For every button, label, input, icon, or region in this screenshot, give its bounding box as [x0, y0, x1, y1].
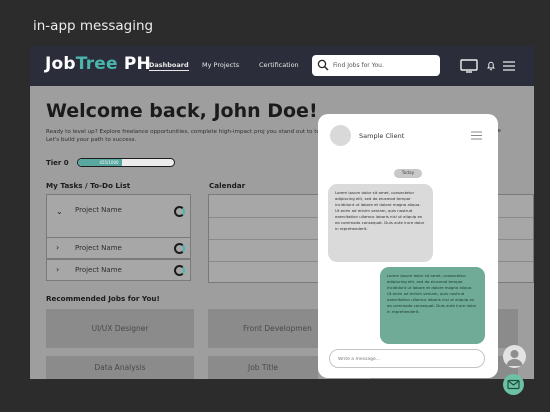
- logo-text-ph: PH: [117, 54, 151, 74]
- calendar-title: Calendar: [209, 181, 246, 190]
- task-item[interactable]: › Project Name: [46, 259, 191, 281]
- chat-panel: Sample Client Today Lorem ipsum dolor si…: [318, 114, 498, 378]
- tier-progress-bar: 455/1000: [77, 158, 175, 167]
- welcome-subtitle: Ready to level up? Explore freelance opp…: [46, 129, 346, 143]
- task-progress-ring-icon: [174, 243, 185, 254]
- incoming-message-bubble: Lorem ipsum dolor sit amet, consectetur …: [328, 184, 433, 262]
- chevron-right-icon[interactable]: ›: [56, 265, 59, 274]
- nav-dashboard[interactable]: Dashboard: [149, 61, 189, 71]
- chevron-down-icon[interactable]: ⌄: [56, 207, 63, 216]
- monitor-icon[interactable]: [460, 59, 478, 73]
- user-avatar-button[interactable]: [503, 345, 526, 368]
- message-input-box: [329, 349, 485, 368]
- logo-text-tree: Tree: [75, 54, 118, 74]
- job-title: Job Title: [247, 363, 279, 372]
- job-title: Data Analysis: [94, 363, 146, 372]
- task-name: Project Name: [75, 244, 122, 252]
- task-progress-ring-icon: [174, 206, 185, 217]
- task-item[interactable]: ⌄ Project Name: [46, 194, 191, 238]
- task-name: Project Name: [75, 206, 122, 214]
- search-input[interactable]: [333, 59, 433, 72]
- chevron-right-icon[interactable]: ›: [56, 243, 59, 252]
- job-card[interactable]: UI/UX Designer: [46, 309, 194, 348]
- menu-icon[interactable]: [503, 61, 515, 71]
- bell-icon[interactable]: [487, 60, 495, 71]
- tier-label: Tier 0: [46, 159, 69, 167]
- task-progress-ring-icon: [174, 265, 185, 276]
- job-card[interactable]: Data Analysis: [46, 356, 194, 379]
- recommended-jobs-title: Recommended Jobs for You!: [46, 294, 160, 303]
- message-input[interactable]: [338, 354, 478, 364]
- job-title: Front Developmen: [243, 324, 312, 333]
- task-name: Project Name: [75, 266, 122, 274]
- tier-progress-text: 455/1000: [99, 160, 119, 165]
- outgoing-message-bubble: Lorem ipsum dolor sit amet, consectetur …: [380, 267, 485, 344]
- user-icon: [506, 350, 523, 366]
- top-navbar: JobTree PH Dashboard My Projects Certifi…: [30, 46, 534, 86]
- chat-header: Sample Client: [318, 114, 498, 156]
- chat-date-pill: Today: [394, 169, 422, 178]
- search-bar: [312, 55, 440, 76]
- frame-title: in-app messaging: [33, 18, 154, 34]
- job-title: UI/UX Designer: [91, 324, 149, 333]
- chat-contact-name: Sample Client: [359, 132, 405, 140]
- search-icon: [317, 59, 329, 71]
- tasks-title: My Tasks / To-Do List: [46, 181, 131, 190]
- nav-my-projects[interactable]: My Projects: [202, 61, 239, 69]
- messages-fab-button[interactable]: [503, 374, 524, 395]
- welcome-heading: Welcome back, John Doe!: [46, 100, 318, 122]
- logo-text-job: Job: [45, 54, 76, 74]
- job-card[interactable]: Job Title: [208, 356, 318, 379]
- task-item[interactable]: › Project Name: [46, 237, 191, 259]
- chat-menu-icon[interactable]: [471, 131, 482, 140]
- nav-certification[interactable]: Certification: [259, 61, 299, 69]
- client-avatar: [330, 125, 351, 146]
- jobtree-logo[interactable]: JobTree PH: [45, 54, 151, 74]
- mail-icon: [507, 379, 520, 390]
- job-card[interactable]: Front Developmen: [208, 309, 318, 348]
